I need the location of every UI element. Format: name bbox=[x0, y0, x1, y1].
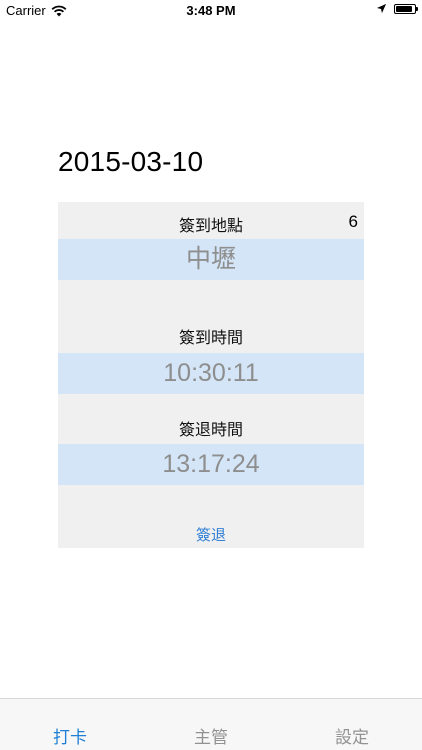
tab-supervisor[interactable]: 主管 bbox=[141, 723, 281, 748]
date-title: 2015-03-10 bbox=[58, 146, 204, 177]
location-arrow-icon bbox=[376, 3, 387, 14]
location-label: 簽到地點 bbox=[178, 218, 243, 235]
tab-punch[interactable]: 打卡 bbox=[0, 723, 140, 748]
battery-icon bbox=[394, 3, 418, 14]
tab-bar: 打卡 主管 設定 bbox=[0, 698, 422, 750]
checkin-card: 簽到地點 6 中壢 簽到時間 10:30:11 簽退時間 13:17:24 簽退 bbox=[58, 202, 364, 548]
location-count: 6 bbox=[348, 212, 358, 231]
checkout-button[interactable]: 簽退 bbox=[58, 524, 364, 545]
battery-level bbox=[396, 5, 413, 12]
checkout-time-label: 簽退時間 bbox=[178, 422, 243, 439]
location-value[interactable]: 中壢 bbox=[58, 239, 364, 280]
tab-settings[interactable]: 設定 bbox=[282, 723, 422, 748]
checkin-time-label: 簽到時間 bbox=[178, 330, 243, 347]
app-screen: Carrier 3:48 PM 2015-03-10 簽到地點 6 中壢 簽到時… bbox=[0, 0, 422, 750]
status-time: 3:48 PM bbox=[186, 3, 236, 18]
status-right bbox=[376, 3, 418, 14]
checkin-time-value: 10:30:11 bbox=[58, 353, 364, 394]
checkout-time-value: 13:17:24 bbox=[58, 444, 364, 485]
status-bar: Carrier 3:48 PM bbox=[0, 0, 422, 22]
